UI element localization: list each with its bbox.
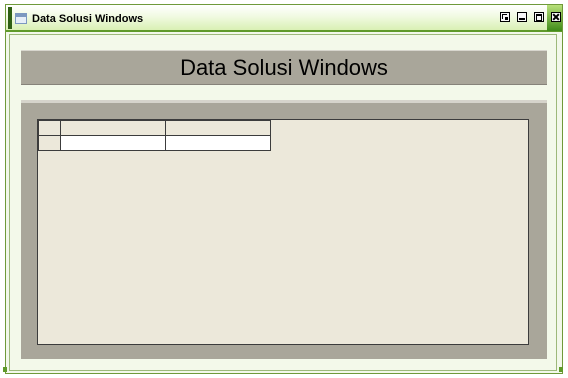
- app-window: Data Solusi Windows Data Solusi Windows: [3, 4, 563, 374]
- resize-icon[interactable]: [500, 12, 510, 22]
- frame-corner-mark: [559, 367, 563, 372]
- grid-panel: [21, 100, 547, 359]
- window-app-icon[interactable]: [15, 13, 27, 24]
- row-selector[interactable]: [38, 135, 61, 151]
- form-client-area: Data Solusi Windows: [9, 34, 557, 371]
- window-title: Data Solusi Windows: [32, 13, 144, 25]
- header-banner: Data Solusi Windows: [21, 50, 547, 85]
- grid-cell[interactable]: [60, 135, 166, 151]
- table-row[interactable]: [38, 135, 271, 151]
- close-icon[interactable]: [551, 12, 561, 22]
- title-bar-edge: [8, 7, 12, 29]
- column-header[interactable]: [60, 120, 166, 136]
- grid-table: [38, 120, 271, 151]
- grid-cell[interactable]: [165, 135, 271, 151]
- column-header[interactable]: [165, 120, 271, 136]
- title-bar[interactable]: Data Solusi Windows: [6, 5, 562, 32]
- maximize-icon[interactable]: [534, 12, 544, 22]
- frame-corner-mark: [3, 367, 7, 372]
- grid-header-row: [38, 120, 271, 136]
- page-title: Data Solusi Windows: [180, 55, 388, 80]
- grid-corner-cell[interactable]: [38, 120, 61, 136]
- data-grid[interactable]: [37, 119, 529, 345]
- minimize-icon[interactable]: [517, 12, 527, 22]
